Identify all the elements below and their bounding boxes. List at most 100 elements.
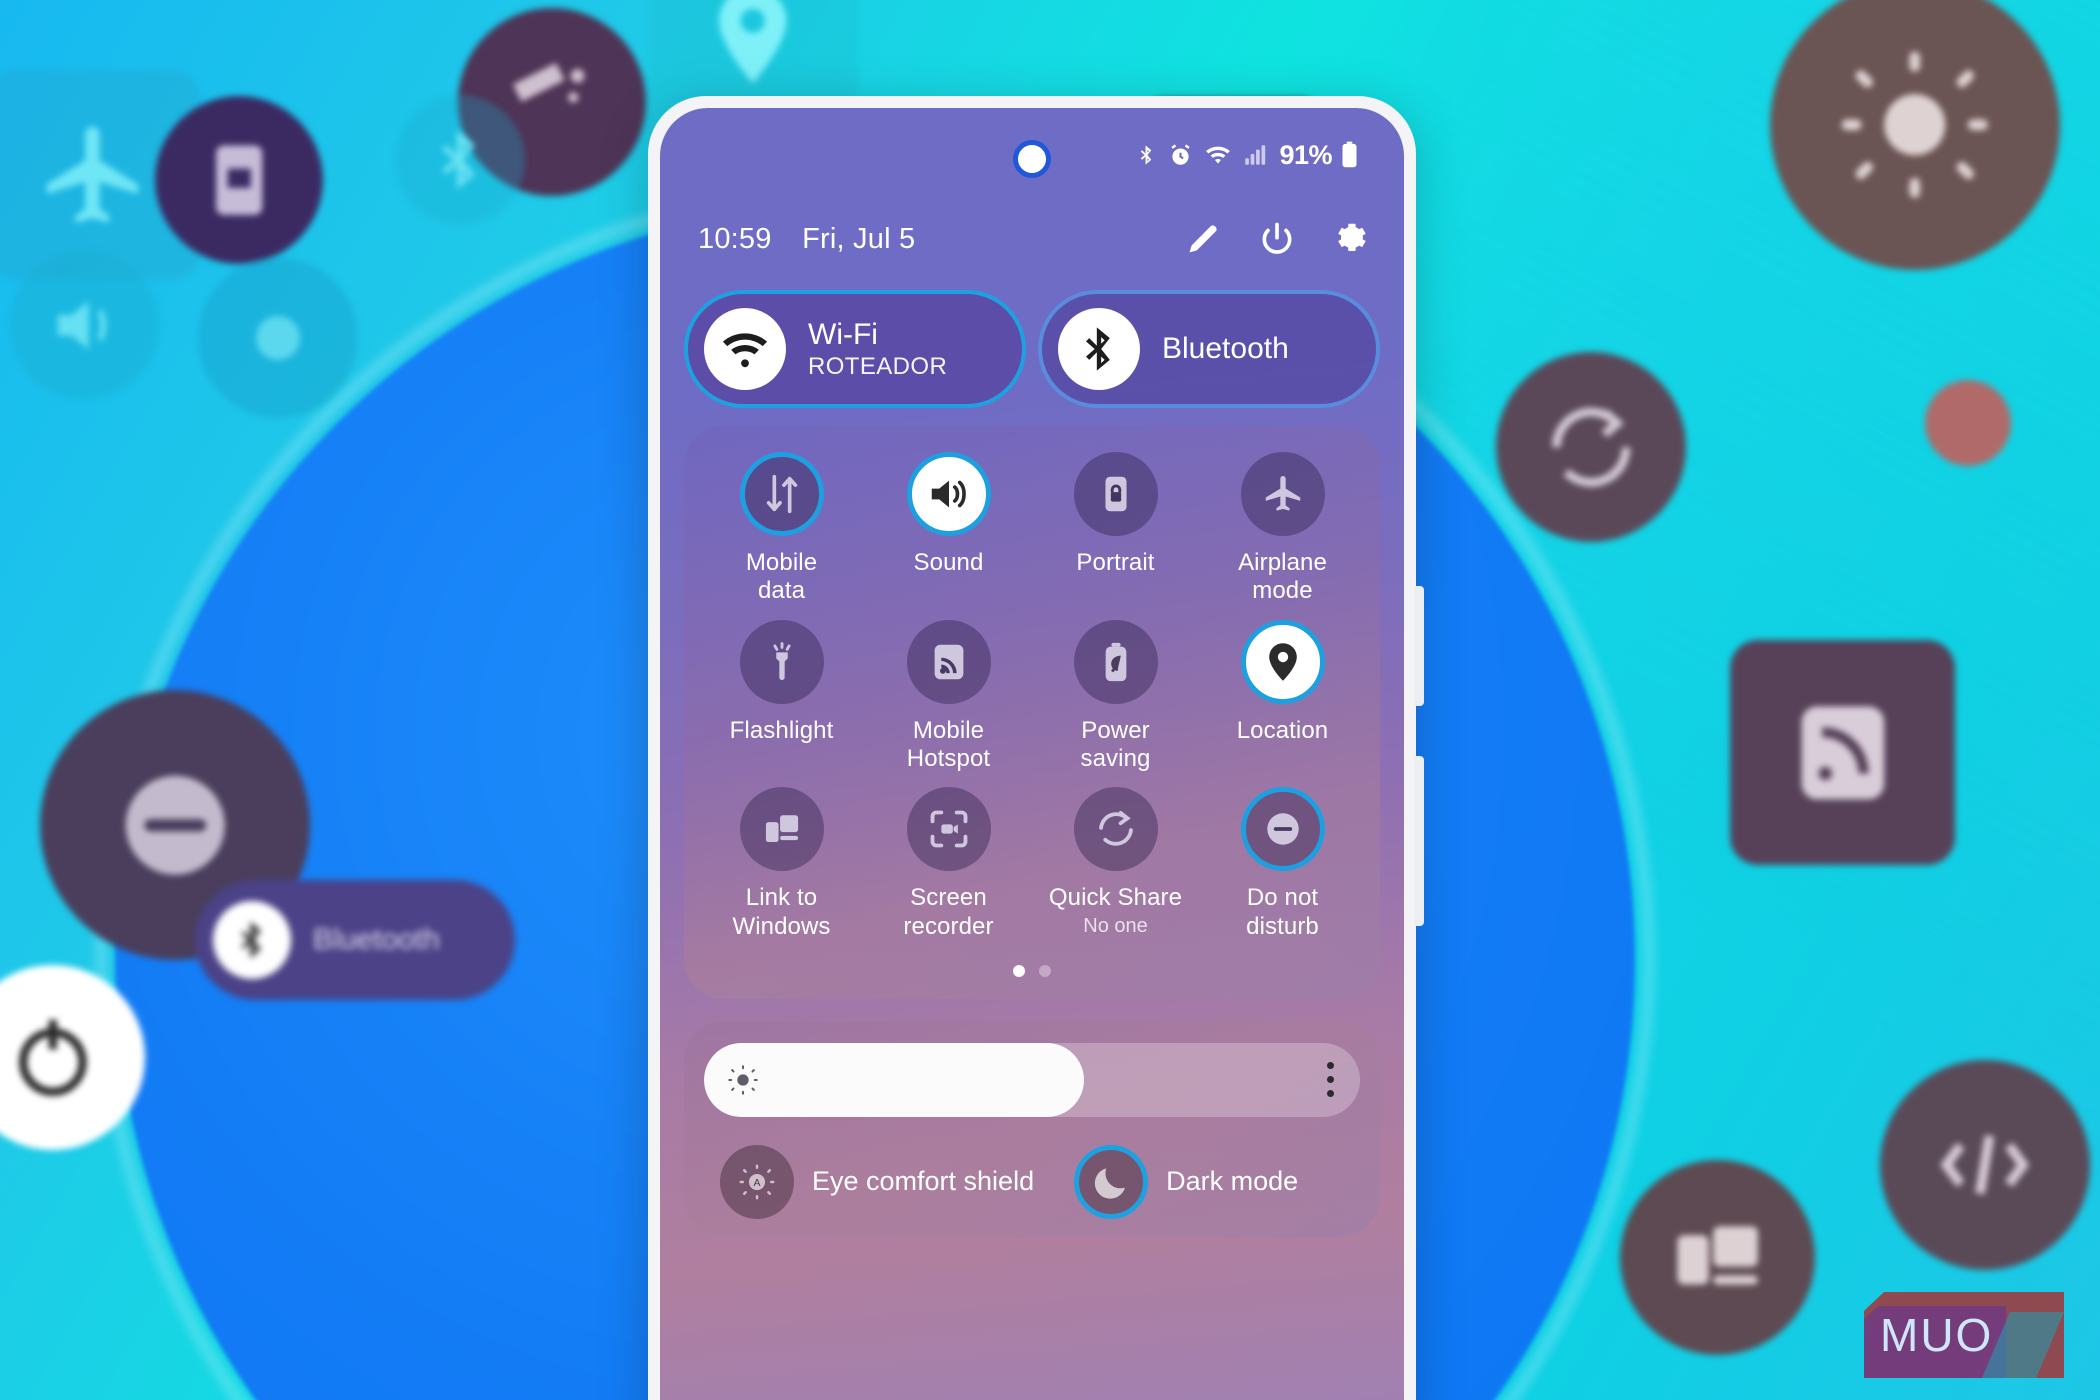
tile-label: Mobile: [745, 549, 818, 576]
tile-label: Airplane: [1238, 549, 1327, 576]
bluetooth-icon: [1135, 140, 1158, 170]
clock-date: Fri, Jul 5: [802, 222, 916, 255]
bluetooth-pill[interactable]: Bluetooth: [1038, 290, 1380, 408]
status-bar-icons: 91%: [1135, 140, 1358, 171]
page-dot-2[interactable]: [1039, 964, 1051, 977]
tile-label-2: mode: [1252, 577, 1313, 605]
tile-flashlight[interactable]: Flashlight: [698, 619, 865, 774]
power-icon[interactable]: [1258, 220, 1296, 258]
clock-and-date: 10:59 Fri, Jul 5: [698, 223, 915, 256]
phone-device: 91% 10:59 Fri, Jul 5 Wi-Fi ROTEADOR Blue…: [648, 96, 1424, 1400]
wifi-icon: [1203, 141, 1233, 169]
wifi-label: Wi-Fi: [808, 318, 878, 352]
tile-label-2: disturb: [1246, 912, 1319, 940]
bluetooth-icon: [1058, 308, 1140, 390]
edit-pencil-icon[interactable]: [1184, 220, 1222, 258]
battery-icon: [1341, 141, 1358, 169]
brightness-card: A Eye comfort shield Dark mode: [684, 1020, 1380, 1237]
tile-label: Sound: [913, 549, 984, 576]
brightness-slider-fill: [704, 1042, 1085, 1117]
hotspot-icon: [906, 619, 991, 704]
tile-label: Portrait: [1076, 549, 1155, 576]
background-dot-icon: [1925, 380, 2011, 466]
phone-screen: 91% 10:59 Fri, Jul 5 Wi-Fi ROTEADOR Blue…: [660, 108, 1404, 1400]
brightness-slider[interactable]: [704, 1042, 1360, 1117]
tile-portrait[interactable]: Portrait: [1032, 452, 1199, 606]
data-transfer-icon: [739, 452, 824, 536]
brightness-options-row: A Eye comfort shield Dark mode: [704, 1144, 1360, 1219]
tile-label-2: recorder: [903, 912, 994, 940]
battery-percentage: 91%: [1279, 139, 1332, 170]
background-bluetooth-pill: Bluetooth: [195, 880, 515, 1000]
dark-mode-label: Dark mode: [1166, 1166, 1299, 1197]
power-saving-icon: [1073, 619, 1158, 704]
tile-location[interactable]: Location: [1199, 619, 1366, 774]
settings-gear-icon[interactable]: [1332, 220, 1370, 258]
brightness-sun-icon: [726, 1063, 760, 1097]
tile-do-not-disturb[interactable]: Do not disturb: [1199, 787, 1366, 941]
signal-icon: [1242, 142, 1268, 168]
power-button[interactable]: [1414, 756, 1424, 926]
tile-sublabel: No one: [1083, 914, 1148, 937]
rotation-lock-icon: [1073, 452, 1158, 536]
tile-label: Do not: [1246, 884, 1319, 912]
tile-power-saving[interactable]: Power saving: [1032, 619, 1199, 774]
kebab-menu-icon[interactable]: [1327, 1062, 1334, 1098]
background-rotation-lock-icon: [155, 96, 323, 264]
tile-quick-share[interactable]: Quick Share No one: [1032, 787, 1199, 941]
tile-label: Quick Share: [1048, 884, 1183, 912]
wifi-pill[interactable]: Wi-Fi ROTEADOR: [684, 290, 1026, 408]
tile-label-2: Hotspot: [906, 744, 991, 772]
tile-label: Location: [1236, 716, 1329, 744]
background-marker-icon: [198, 258, 358, 418]
wifi-icon: [704, 308, 786, 390]
moon-icon: [1074, 1144, 1149, 1219]
tile-label: Screen: [910, 884, 987, 912]
eye-comfort-shield-toggle[interactable]: A Eye comfort shield: [720, 1144, 1035, 1219]
tile-label: Flashlight: [729, 716, 834, 744]
background-volume-icon: [10, 250, 160, 400]
flashlight-icon: [739, 619, 824, 704]
wifi-network-name: ROTEADOR: [808, 352, 948, 380]
tile-label-2: Windows: [732, 912, 831, 940]
screen-recorder-icon: [906, 787, 991, 872]
tile-label-2: saving: [1080, 744, 1151, 772]
clock-time: 10:59: [698, 222, 772, 255]
front-camera-punch-hole: [1013, 140, 1051, 178]
bluetooth-label: Bluetooth: [1162, 332, 1289, 366]
header-actions: [1184, 220, 1370, 258]
status-bar: 91%: [660, 108, 1404, 202]
airplane-icon: [1240, 452, 1325, 536]
panel-header: 10:59 Fri, Jul 5: [660, 202, 1404, 276]
tile-mobile-hotspot[interactable]: Mobile Hotspot: [865, 619, 1032, 774]
tile-label: Link to: [745, 884, 818, 912]
page-dot-1[interactable]: [1013, 964, 1025, 977]
do-not-disturb-icon: [1240, 787, 1325, 872]
background-hotspot-icon: [1880, 1060, 2090, 1270]
quick-share-icon: [1073, 787, 1158, 872]
eye-comfort-icon: A: [720, 1144, 794, 1219]
background-link-to-windows-icon: [1620, 1160, 1815, 1355]
page-indicator: [698, 964, 1366, 983]
alarm-icon: [1167, 142, 1194, 169]
tile-sound[interactable]: Sound: [865, 452, 1032, 606]
tile-airplane-mode[interactable]: Airplane mode: [1199, 452, 1366, 606]
tile-label: Mobile: [912, 716, 985, 744]
dark-mode-toggle[interactable]: Dark mode: [1074, 1144, 1299, 1219]
tile-link-to-windows[interactable]: Link to Windows: [698, 787, 865, 941]
location-pin-icon: [1240, 619, 1325, 704]
link-to-windows-icon: [739, 787, 824, 872]
quick-settings-card: Mobile data Sound Portrait Airplane mode…: [684, 426, 1380, 999]
watermark-text: MUO: [1880, 1309, 1994, 1361]
svg-text:A: A: [753, 1177, 760, 1189]
volume-button[interactable]: [1414, 586, 1424, 706]
background-quick-share-icon: [1496, 352, 1686, 542]
tile-label-2: data: [757, 577, 806, 605]
connectivity-pills: Wi-Fi ROTEADOR Bluetooth: [660, 276, 1404, 408]
tile-screen-recorder[interactable]: Screen recorder: [865, 787, 1032, 941]
background-screen-cast-icon: [1730, 640, 1955, 865]
eye-comfort-label: Eye comfort shield: [812, 1166, 1035, 1197]
tile-mobile-data[interactable]: Mobile data: [698, 452, 865, 606]
tile-label: Power: [1081, 716, 1150, 744]
screenshot-stage: Bluetooth 91% 10:59 Fri, Jul 5 Wi-Fi ROT…: [0, 0, 2100, 1400]
